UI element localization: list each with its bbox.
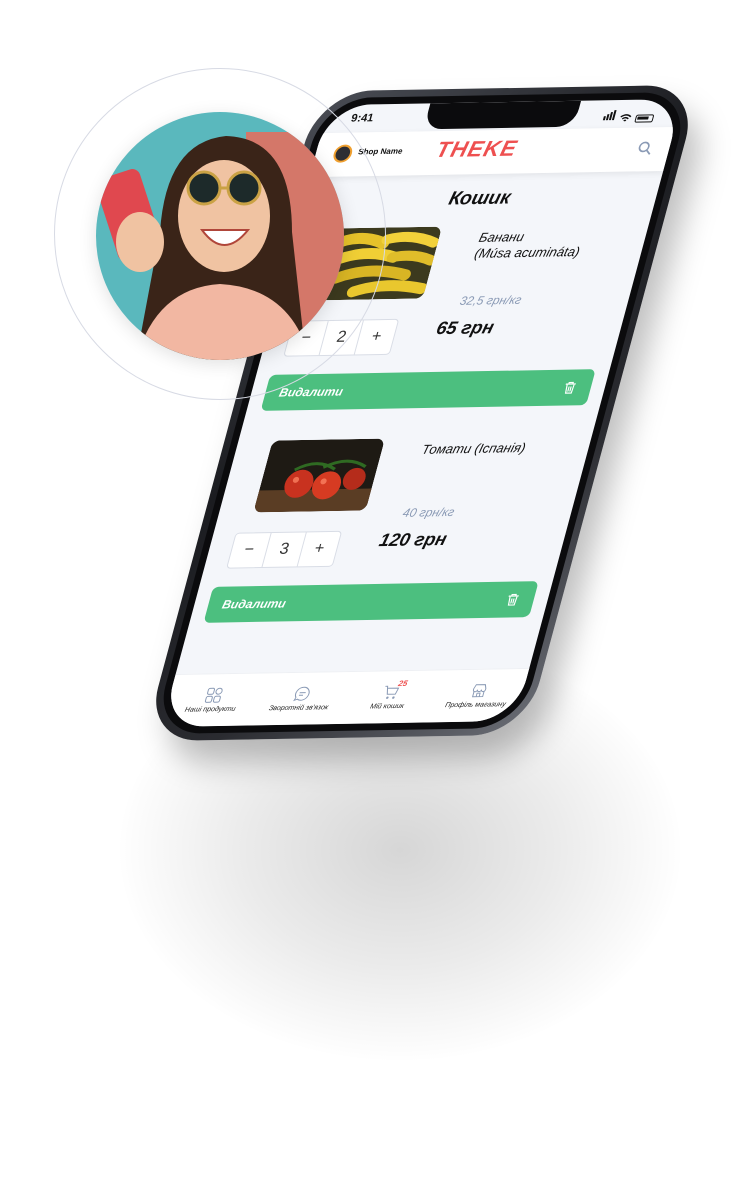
- tomato-image: [253, 438, 386, 513]
- battery-icon: [634, 114, 655, 123]
- tab-feedback[interactable]: Зворотній зв'язок: [250, 672, 352, 726]
- cart-count-badge: 25: [397, 678, 409, 689]
- cart-item: Томати (Іспанія) 40 грн/кг 120 грн − 3 +…: [182, 431, 593, 649]
- unit-price: 40 грн/кг: [401, 504, 457, 520]
- product-name: Банани (Músa acumináta): [472, 229, 582, 261]
- unit-price: 32,5 грн/кг: [458, 292, 524, 308]
- bottom-tab-bar: Наші продукти Зворотній зв'язок 25 Мій к…: [161, 667, 530, 728]
- customer-photo: [96, 112, 344, 360]
- grid-icon: [204, 687, 223, 703]
- tab-store-profile[interactable]: Профіль магазину: [427, 669, 529, 723]
- signal-icon: [602, 110, 618, 123]
- status-time: 9:41: [349, 112, 375, 125]
- delete-button[interactable]: Видалити: [260, 369, 596, 411]
- app-logo: THEKE: [433, 135, 521, 163]
- chat-icon: [293, 686, 310, 702]
- tab-products[interactable]: Наші продукти: [161, 673, 263, 727]
- trash-icon: [564, 381, 577, 394]
- item-total: 65 грн: [434, 317, 497, 339]
- delete-label: Видалити: [277, 384, 345, 400]
- item-total: 120 грн: [377, 528, 450, 551]
- logo-text: THEKE: [433, 135, 521, 163]
- search-icon[interactable]: [635, 140, 655, 156]
- tab-label: Зворотній зв'язок: [267, 704, 330, 713]
- tab-label: Наші продукти: [183, 705, 237, 714]
- quantity-stepper: − 3 +: [226, 530, 343, 569]
- wifi-icon: [620, 114, 632, 122]
- phone-notch: [423, 100, 582, 130]
- delete-label: Видалити: [220, 596, 288, 612]
- trash-icon: [507, 593, 519, 606]
- tab-label: Профіль магазину: [444, 701, 507, 710]
- store-icon: [471, 684, 487, 698]
- product-name: Томати (Іспанія): [420, 440, 528, 457]
- tab-label: Мій кошик: [369, 702, 405, 711]
- delete-button[interactable]: Видалити: [203, 581, 539, 623]
- tab-cart[interactable]: 25 Мій кошик: [338, 670, 440, 724]
